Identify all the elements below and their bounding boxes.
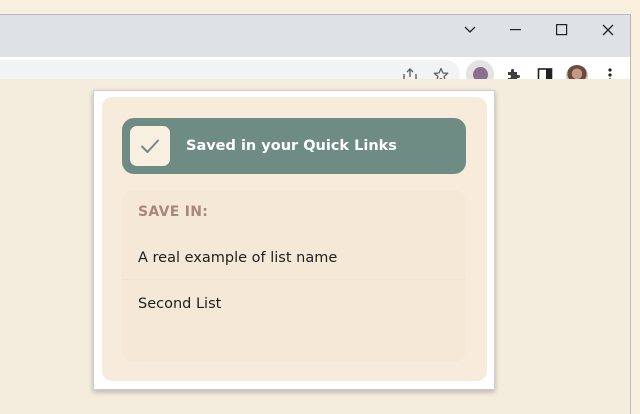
- save-in-section: SAVE IN: A real example of list name Sec…: [122, 190, 466, 362]
- list-item[interactable]: Second List: [122, 282, 466, 326]
- title-bar: [0, 15, 630, 57]
- close-icon[interactable]: [585, 15, 631, 45]
- list-item[interactable]: A real example of list name: [122, 236, 466, 280]
- extension-popup: Saved in your Quick Links SAVE IN: A rea…: [93, 90, 495, 390]
- saved-message: Saved in your Quick Links: [186, 138, 397, 154]
- popup-content: Saved in your Quick Links SAVE IN: A rea…: [102, 97, 487, 381]
- maximize-icon[interactable]: [539, 15, 585, 45]
- saved-banner: Saved in your Quick Links: [122, 118, 466, 174]
- minimize-icon[interactable]: [493, 15, 539, 45]
- checkmark-icon: [141, 139, 159, 153]
- tab-search-icon[interactable]: [447, 15, 493, 45]
- save-in-label: SAVE IN:: [138, 204, 209, 220]
- checkmark-box: [130, 126, 170, 166]
